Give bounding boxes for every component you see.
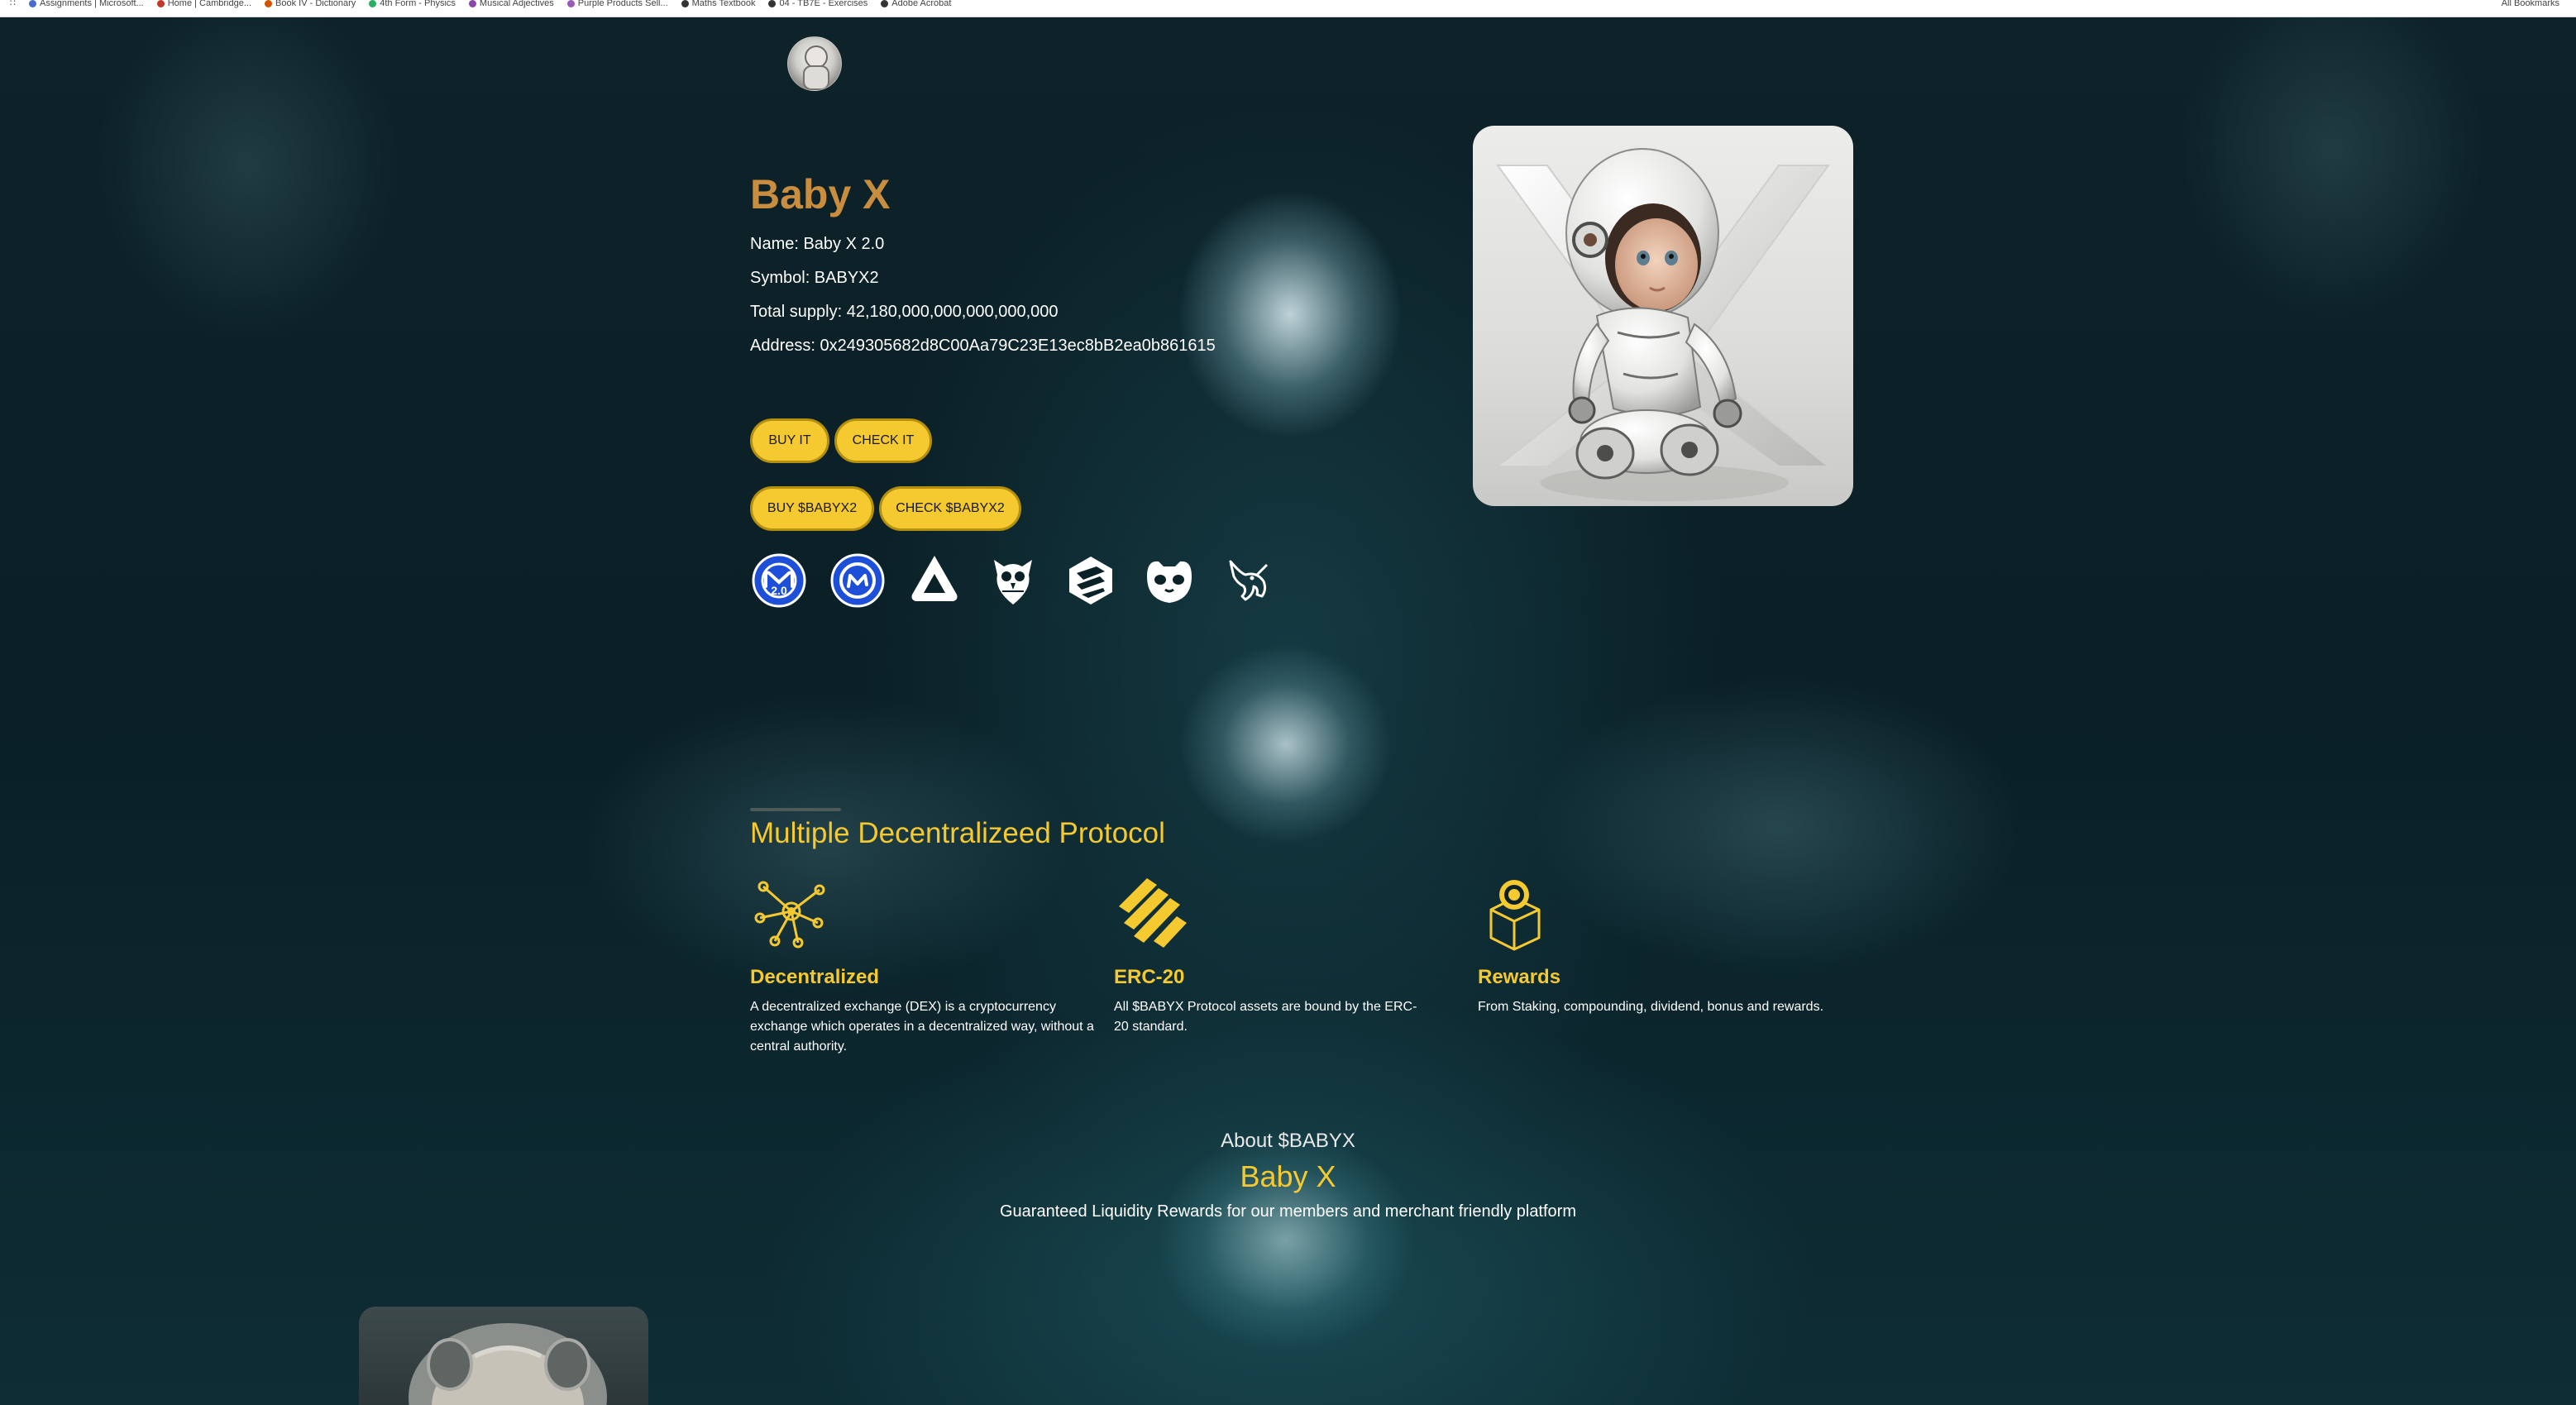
coinmarketcap-icon[interactable]: [830, 553, 885, 608]
about-title: Baby X: [1240, 1159, 1336, 1193]
logo-avatar[interactable]: [787, 36, 842, 91]
protocol-heading: Multiple Decentralizeed Protocol: [750, 817, 1165, 849]
check-babyx2-button[interactable]: CHECK $BABYX2: [879, 486, 1021, 531]
cat-mask-icon[interactable]: [1142, 553, 1197, 608]
svg-text:2.0: 2.0: [771, 584, 787, 597]
buy-it-button[interactable]: BUY IT: [750, 418, 829, 463]
dextools-icon[interactable]: [1063, 553, 1118, 608]
baby-robot-hero-image: [1473, 126, 1853, 506]
page-content: Baby X Name: Baby X 2.0 Symbol: BABYX2 T…: [0, 0, 2576, 1405]
bottom-robot-image: [359, 1307, 648, 1405]
feature-title-erc20: ERC-20: [1114, 966, 1185, 988]
network-nodes-icon: [750, 877, 828, 951]
about-subtitle: Guaranteed Liquidity Rewards for our mem…: [1000, 1202, 1576, 1221]
token-supply: Total supply: 42,180,000,000,000,000,000: [750, 303, 1059, 321]
owl-icon[interactable]: [986, 553, 1040, 608]
uniswap-unicorn-icon[interactable]: [1221, 553, 1275, 608]
token-name: Name: Baby X 2.0: [750, 235, 885, 253]
token-title: Baby X: [750, 171, 891, 217]
avatar-robot-body: [803, 65, 829, 90]
feature-desc-decentralized: A decentralized exchange (DEX) is a cryp…: [750, 1000, 1094, 1054]
about-label: About $BABYX: [1221, 1130, 1355, 1152]
reward-box-icon: [1478, 877, 1556, 951]
feature-desc-erc20: All $BABYX Protocol assets are bound by …: [1114, 1000, 1417, 1034]
token-symbol: Symbol: BABYX2: [750, 269, 879, 287]
feature-desc-rewards: From Staking, compounding, dividend, bon…: [1478, 1000, 1824, 1014]
feature-title-decentralized: Decentralized: [750, 966, 880, 988]
check-it-button[interactable]: CHECK IT: [834, 418, 932, 463]
buy-babyx2-button[interactable]: BUY $BABYX2: [750, 486, 874, 531]
token-address[interactable]: Address: 0x249305682d8C00Aa79C23E13ec8bB…: [750, 337, 1216, 356]
coinmarketcap-2-icon[interactable]: 2.0: [752, 553, 806, 608]
binance-stripes-icon: [1114, 877, 1192, 951]
feature-title-rewards: Rewards: [1478, 966, 1561, 988]
section-divider: [750, 808, 841, 811]
arbitrum-icon[interactable]: [907, 553, 962, 608]
